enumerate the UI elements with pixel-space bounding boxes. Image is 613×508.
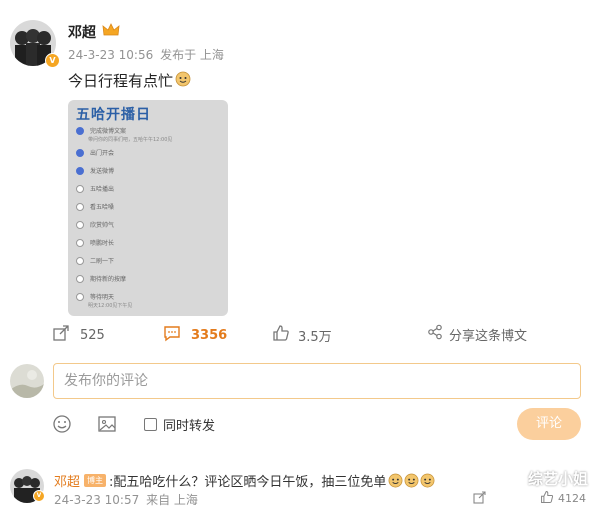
- comment-time: 24-3-23 10:57: [54, 493, 140, 507]
- checklist-row: 期待新的按摩: [76, 274, 226, 283]
- like-count: 3.5万: [298, 329, 332, 345]
- share-post-label: 分享这条博文: [449, 328, 528, 344]
- top-comment-line: 邓超 博主 :配五哈吃什么？评论区晒今日午饭，抽三位免单: [54, 471, 435, 490]
- radio-unchecked-icon: [76, 184, 84, 193]
- radio-unchecked-icon: [76, 256, 84, 265]
- submit-comment-button[interactable]: 评论: [517, 408, 581, 440]
- doge-emoji-icon: [388, 473, 435, 488]
- share-icon: [52, 324, 70, 346]
- comment-verified-v-icon: V: [33, 490, 45, 502]
- checklist-item: 出门开会: [76, 148, 226, 157]
- checklist-item-label: 二刷一下: [90, 258, 115, 265]
- post-time: 24-3-23 10:56: [68, 48, 154, 62]
- checklist-item-label: 出门开会: [90, 150, 115, 157]
- radio-unchecked-icon: [76, 202, 84, 211]
- comment-location: 来自 上海: [146, 493, 198, 507]
- checklist-item-label: 期待新的按摩: [90, 276, 127, 283]
- share-action[interactable]: 525: [52, 324, 105, 346]
- comment-count: 3356: [191, 327, 228, 343]
- watermark: 综艺小姐: [528, 470, 589, 488]
- comment-reply-icon[interactable]: [473, 489, 487, 508]
- checklist-row: 发送微博: [76, 166, 226, 175]
- checklist: 完成微博文案带问你的同事们吧，五哈午午12:00见 出门开会发送微博五哈播出看五哈…: [76, 126, 226, 314]
- checklist-item: 期待新的按摩: [76, 274, 226, 283]
- post-text: 今日行程有点忙: [68, 70, 191, 91]
- radio-checked-icon: [76, 126, 84, 135]
- checklist-row: 出门开会: [76, 148, 226, 157]
- post-text-content: 今日行程有点忙: [68, 72, 174, 90]
- image-upload-icon[interactable]: [97, 414, 117, 438]
- checklist-row: 欣赏帅气: [76, 220, 226, 229]
- crown-badge-icon: [102, 22, 120, 38]
- checklist-item: 五哈播出: [76, 184, 226, 193]
- checklist-item-label: 五哈播出: [90, 186, 115, 193]
- comment-action[interactable]: 3356: [163, 324, 227, 346]
- share-nodes-icon: [427, 324, 443, 344]
- post-meta: 24-3-23 10:56 发布于 上海: [68, 46, 224, 63]
- author-tag-badge: 博主: [84, 474, 107, 487]
- checklist-row: 五哈播出: [76, 184, 226, 193]
- comment-thumbs-up-icon: [540, 489, 554, 508]
- repost-toggle[interactable]: 同时转发: [144, 415, 215, 434]
- comment-icon: [163, 324, 181, 346]
- checklist-item: 二刷一下: [76, 256, 226, 265]
- thumbs-up-icon: [272, 324, 290, 346]
- checklist-item: 看五哈嗓: [76, 202, 226, 211]
- checklist-item-note: 明天12:00见下午见: [88, 303, 133, 309]
- checklist-item-label: 喷鹏时长: [90, 240, 115, 247]
- emoji-picker-icon[interactable]: [52, 414, 72, 438]
- checklist-item-label: 发送微博: [90, 168, 115, 175]
- checklist-item-note: 带问你的同事们吧，五哈午午12:00见: [88, 137, 173, 143]
- repost-checkbox[interactable]: [144, 418, 157, 431]
- post-image[interactable]: 五哈开播日 完成微博文案带问你的同事们吧，五哈午午12:00见 出门开会发送微博五…: [68, 100, 228, 316]
- comment-text: :配五哈吃什么？评论区晒今日午饭，抽三位免单: [109, 475, 387, 490]
- checklist-row: 二刷一下: [76, 256, 226, 265]
- checklist-item-label: 等待明天: [90, 294, 115, 301]
- comment-input-box[interactable]: [53, 363, 581, 399]
- image-card-title: 五哈开播日: [76, 107, 151, 123]
- share-count: 525: [80, 327, 105, 343]
- radio-unchecked-icon: [76, 292, 84, 301]
- doge-emoji-icon: [175, 71, 191, 91]
- checklist-item: 喷鹏时长: [76, 238, 226, 247]
- checklist-row: 看五哈嗓: [76, 202, 226, 211]
- user-avatar: [10, 364, 44, 398]
- radio-checked-icon: [76, 166, 84, 175]
- checklist-item-label: 看五哈嗓: [90, 204, 115, 211]
- comment-input[interactable]: [54, 364, 580, 398]
- checklist-row: 等待明天: [76, 292, 226, 301]
- post-location: 发布于 上海: [160, 48, 224, 62]
- comment-like[interactable]: 4124: [540, 489, 586, 508]
- checklist-row: 完成微博文案: [76, 126, 226, 135]
- like-action[interactable]: 3.5万: [272, 324, 332, 346]
- checklist-item: 欣赏帅气: [76, 220, 226, 229]
- radio-unchecked-icon: [76, 238, 84, 247]
- radio-checked-icon: [76, 148, 84, 157]
- checklist-item-label: 欣赏帅气: [90, 222, 115, 229]
- checklist-item: 完成微博文案带问你的同事们吧，五哈午午12:00见: [76, 126, 226, 143]
- verified-v-icon: V: [45, 53, 60, 68]
- comment-author-name[interactable]: 邓超: [54, 471, 80, 490]
- radio-unchecked-icon: [76, 274, 84, 283]
- share-post-action[interactable]: 分享这条博文: [427, 324, 527, 344]
- checklist-item: 等待明天明天12:00见下午见: [76, 292, 226, 309]
- checklist-row: 喷鹏时长: [76, 238, 226, 247]
- post-author-name[interactable]: 邓超: [68, 22, 96, 42]
- repost-label: 同时转发: [163, 419, 216, 434]
- comment-like-count: 4124: [558, 492, 586, 505]
- radio-unchecked-icon: [76, 220, 84, 229]
- checklist-item-label: 完成微博文案: [90, 128, 127, 135]
- checklist-item: 发送微博: [76, 166, 226, 175]
